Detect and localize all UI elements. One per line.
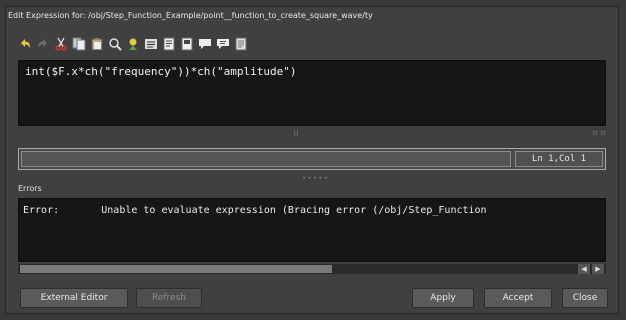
scroll-corner: ▫ ▫ — [592, 128, 606, 137]
uncomment-icon[interactable] — [216, 37, 230, 51]
paste-icon[interactable] — [90, 37, 104, 51]
scroll-right-icon[interactable]: ▶ — [592, 264, 604, 274]
section-divider[interactable]: • • • • • — [300, 176, 330, 182]
apply-button[interactable]: Apply — [412, 288, 474, 308]
info-icon[interactable] — [234, 37, 248, 51]
select-all-icon[interactable] — [144, 37, 158, 51]
refresh-button[interactable]: Refresh — [136, 288, 202, 308]
close-button[interactable]: Close — [562, 288, 608, 308]
open-file-icon[interactable] — [162, 37, 176, 51]
horizontal-scrollbar[interactable]: ◀ ▶ — [18, 264, 606, 274]
parameter-row: Ln 1,Col 1 — [18, 148, 606, 170]
copy-icon[interactable] — [72, 37, 86, 51]
editor-toolbar — [18, 36, 248, 52]
find-icon[interactable] — [108, 37, 122, 51]
redo-icon[interactable] — [36, 37, 50, 51]
parameter-field[interactable] — [21, 151, 511, 167]
comment-icon[interactable] — [198, 37, 212, 51]
errors-output: Error: Unable to evaluate expression (Br… — [18, 198, 606, 262]
accept-button[interactable]: Accept — [484, 288, 552, 308]
replace-icon[interactable] — [126, 37, 140, 51]
undo-icon[interactable] — [18, 37, 32, 51]
cursor-position: Ln 1,Col 1 — [515, 151, 603, 167]
errors-label: Errors — [18, 184, 42, 193]
expression-editor[interactable]: int($F.x*ch("frequency"))*ch("amplitude"… — [18, 60, 606, 126]
scrollbar-thumb[interactable] — [20, 265, 332, 273]
cut-icon[interactable] — [54, 37, 68, 51]
external-editor-button[interactable]: External Editor — [20, 288, 128, 308]
window-title: Edit Expression for: /obj/Step_Function_… — [8, 11, 373, 20]
splitter-handle[interactable]: ⁞⁞ — [290, 130, 302, 138]
save-file-icon[interactable] — [180, 37, 194, 51]
scroll-left-icon[interactable]: ◀ — [578, 264, 590, 274]
